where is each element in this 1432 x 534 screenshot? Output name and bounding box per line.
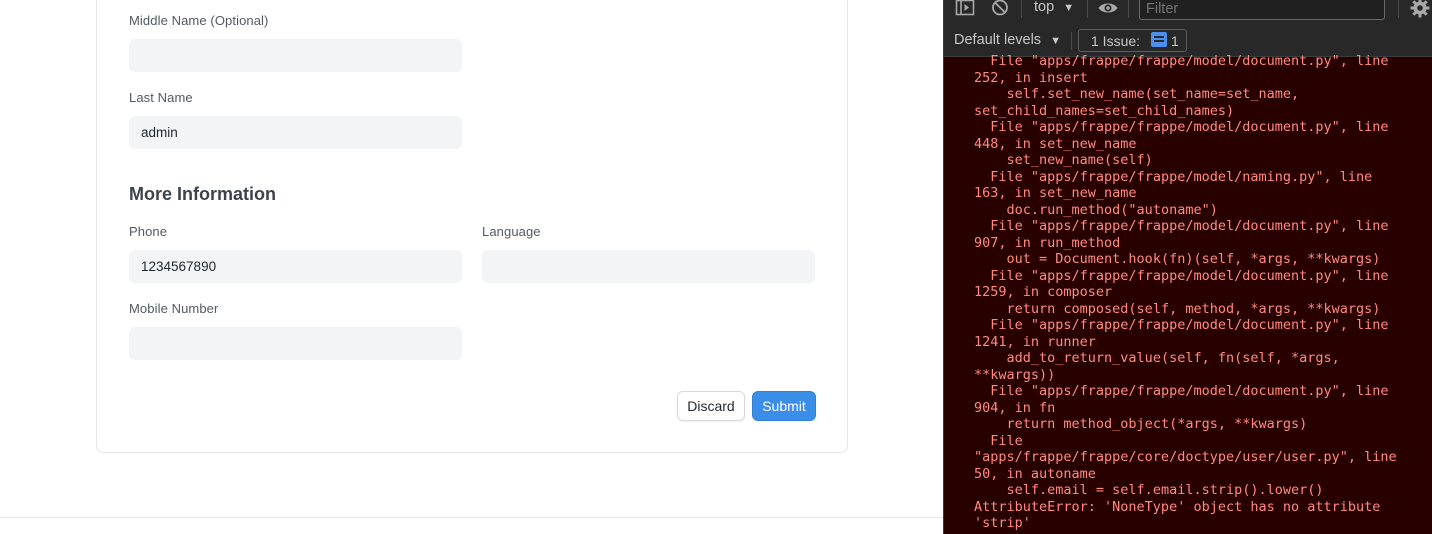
eye-icon[interactable]: [1097, 0, 1119, 19]
toolbar-divider: [1021, 0, 1022, 18]
chat-icon: [1151, 32, 1167, 47]
console-toolbar: top ▼ Filter Default levels ▼ 1 Issue: 1: [944, 0, 1432, 57]
console-error-output: File "apps/frappe/frappe/model/document.…: [974, 53, 1397, 531]
user-form-card: Middle Name (Optional) Last Name More In…: [96, 0, 848, 453]
filter-input[interactable]: [1139, 0, 1385, 20]
last-name-input[interactable]: [129, 116, 462, 149]
phone-label: Phone: [129, 224, 168, 239]
devtools-panel: top ▼ Filter Default levels ▼ 1 Issue: 1…: [943, 0, 1432, 534]
app-page: Middle Name (Optional) Last Name More In…: [0, 0, 943, 534]
middle-name-input[interactable]: [129, 39, 462, 72]
chevron-down-icon: ▼: [1050, 35, 1061, 47]
phone-input[interactable]: [129, 250, 462, 283]
sidebar-toggle-icon[interactable]: [955, 0, 975, 20]
discard-button[interactable]: Discard: [677, 391, 745, 421]
toolbar-divider: [1071, 32, 1072, 50]
clear-console-icon[interactable]: [990, 0, 1010, 20]
gear-icon[interactable]: [1410, 0, 1430, 21]
middle-name-label: Middle Name (Optional): [129, 13, 269, 28]
toolbar-divider: [1087, 0, 1088, 18]
last-name-label: Last Name: [129, 90, 193, 105]
issues-count: 1: [1171, 33, 1179, 49]
issues-button[interactable]: 1 Issue: 1: [1078, 29, 1187, 52]
submit-button[interactable]: Submit: [752, 391, 816, 421]
chevron-down-icon: ▼: [1063, 2, 1075, 14]
language-input[interactable]: [482, 250, 815, 283]
more-information-title: More Information: [129, 184, 276, 204]
context-selector[interactable]: top ▼: [1034, 0, 1074, 15]
log-levels-dropdown[interactable]: Default levels ▼: [954, 32, 1061, 48]
log-levels-label: Default levels: [954, 32, 1042, 48]
language-label: Language: [482, 224, 541, 239]
mobile-number-label: Mobile Number: [129, 301, 219, 316]
mobile-number-input[interactable]: [129, 327, 462, 360]
issues-label: 1 Issue:: [1091, 33, 1141, 49]
toolbar-divider: [1398, 0, 1399, 18]
footer-divider: [0, 517, 943, 518]
context-label: top: [1034, 0, 1055, 15]
toolbar-divider: [1128, 0, 1129, 18]
